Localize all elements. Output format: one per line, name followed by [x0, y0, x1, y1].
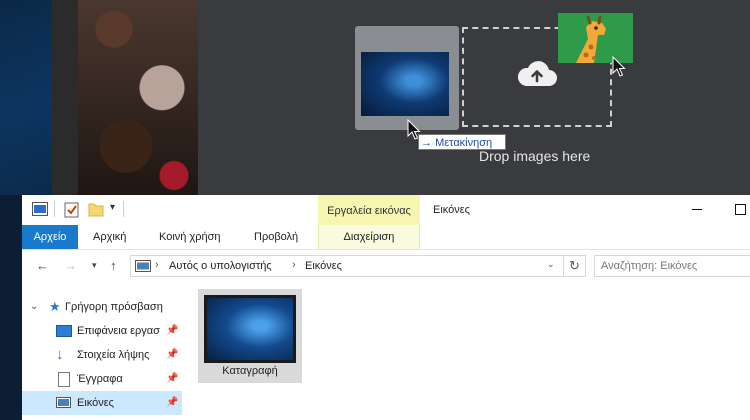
separator: [54, 201, 55, 217]
title-bar: ▾ Εργαλεία εικόνας Εικόνες: [22, 195, 750, 225]
ribbon-tabs: Αρχείο Αρχική Κοινή χρήση Προβολή Διαχεί…: [22, 225, 750, 250]
sidebar-item-label: Εικόνες: [77, 397, 114, 409]
window-title: Εικόνες: [433, 204, 470, 216]
sidebar-item-downloads[interactable]: ↓ Στοιχεία λήψης 📌: [22, 343, 182, 367]
sidebar-item-documents[interactable]: Έγγραφα 📌: [22, 367, 182, 391]
cursor-icon: [612, 56, 626, 77]
drag-preview: [355, 26, 459, 130]
breadcrumb-this-pc[interactable]: Αυτός ο υπολογιστής: [169, 260, 272, 272]
separator: [123, 201, 124, 217]
desktop-wallpaper: [0, 0, 52, 195]
navigation-pane: ⌄ ★ Γρήγορη πρόσβαση Επιφάνεια εργασ 📌 ↓…: [22, 291, 182, 420]
up-arrow-icon[interactable]: ↑: [110, 258, 117, 273]
pin-icon[interactable]: 📌: [166, 343, 178, 367]
tab-file[interactable]: Αρχείο: [22, 225, 78, 249]
sidebar-item-label: Επιφάνεια εργασ: [77, 325, 160, 337]
photo-thumbnail: [78, 0, 198, 195]
file-item[interactable]: Καταγραφή: [198, 289, 302, 383]
tab-view[interactable]: Προβολή: [254, 225, 298, 249]
pictures-folder-icon: [135, 260, 151, 272]
back-arrow-icon[interactable]: ←: [36, 258, 49, 273]
download-arrow-icon: ↓: [56, 346, 64, 363]
new-folder-icon[interactable]: [88, 201, 104, 217]
desktop-icon: [56, 325, 72, 337]
refresh-icon[interactable]: ↻: [569, 258, 580, 274]
pin-icon[interactable]: 📌: [166, 319, 178, 343]
pin-icon[interactable]: 📌: [166, 367, 178, 391]
desktop-screenshot-thumbnail: [361, 52, 449, 116]
pin-icon[interactable]: 📌: [166, 391, 178, 415]
file-explorer-window: ▾ Εργαλεία εικόνας Εικόνες Αρχείο Αρχική…: [22, 195, 750, 420]
breadcrumb-separator-icon: ›: [292, 259, 296, 271]
properties-icon[interactable]: [64, 200, 80, 218]
cloud-upload-icon: [517, 61, 557, 86]
explorer-window-icon: [32, 202, 48, 216]
tab-share[interactable]: Κοινή χρήση: [159, 225, 221, 249]
sidebar-item-label: Γρήγορη πρόσβαση: [65, 301, 163, 313]
screenshot-preview: [207, 298, 293, 360]
breadcrumb-separator-icon: ›: [155, 259, 159, 271]
maximize-button[interactable]: [735, 204, 746, 215]
tab-home[interactable]: Αρχική: [93, 225, 126, 249]
file-name: Καταγραφή: [222, 365, 278, 377]
breadcrumb-pictures[interactable]: Εικόνες: [305, 260, 342, 272]
file-thumbnail: [204, 295, 296, 363]
navigation-bar: ← → ▾ ↑ › Αυτός ο υπολογιστής › Εικόνες …: [22, 251, 750, 281]
pictures-icon: [56, 397, 71, 408]
document-icon: [58, 372, 70, 387]
sidebar-item-label: Έγγραφα: [77, 373, 123, 385]
photo-gallery-strip: [52, 0, 198, 195]
drop-images-text: Drop images here: [479, 148, 591, 164]
sidebar-item-desktop[interactable]: Επιφάνεια εργασ 📌: [22, 319, 182, 343]
star-icon: ★: [49, 299, 61, 314]
minimize-button[interactable]: [692, 209, 702, 210]
recent-locations-icon[interactable]: ▾: [92, 260, 97, 271]
arrow-right-icon: →: [421, 137, 432, 149]
customize-toolbar-icon[interactable]: ▾: [110, 202, 115, 213]
forward-arrow-icon[interactable]: →: [64, 258, 77, 273]
sidebar-item-label: Στοιχεία λήψης: [77, 349, 150, 361]
address-dropdown-icon[interactable]: ⌄: [547, 259, 555, 270]
separator: [563, 255, 564, 277]
sidebar-item-quick-access[interactable]: ⌄ ★ Γρήγορη πρόσβαση: [22, 295, 182, 319]
chevron-down-icon[interactable]: ⌄: [30, 295, 38, 319]
tab-manage[interactable]: Διαχείριση: [318, 225, 420, 249]
sidebar-item-pictures[interactable]: Εικόνες 📌: [22, 391, 182, 415]
address-bar[interactable]: › Αυτός ο υπολογιστής › Εικόνες ⌄ ↻: [130, 255, 586, 277]
picture-tools-group: Εργαλεία εικόνας: [318, 195, 420, 225]
search-input[interactable]: Αναζήτηση: Εικόνες: [594, 255, 750, 277]
